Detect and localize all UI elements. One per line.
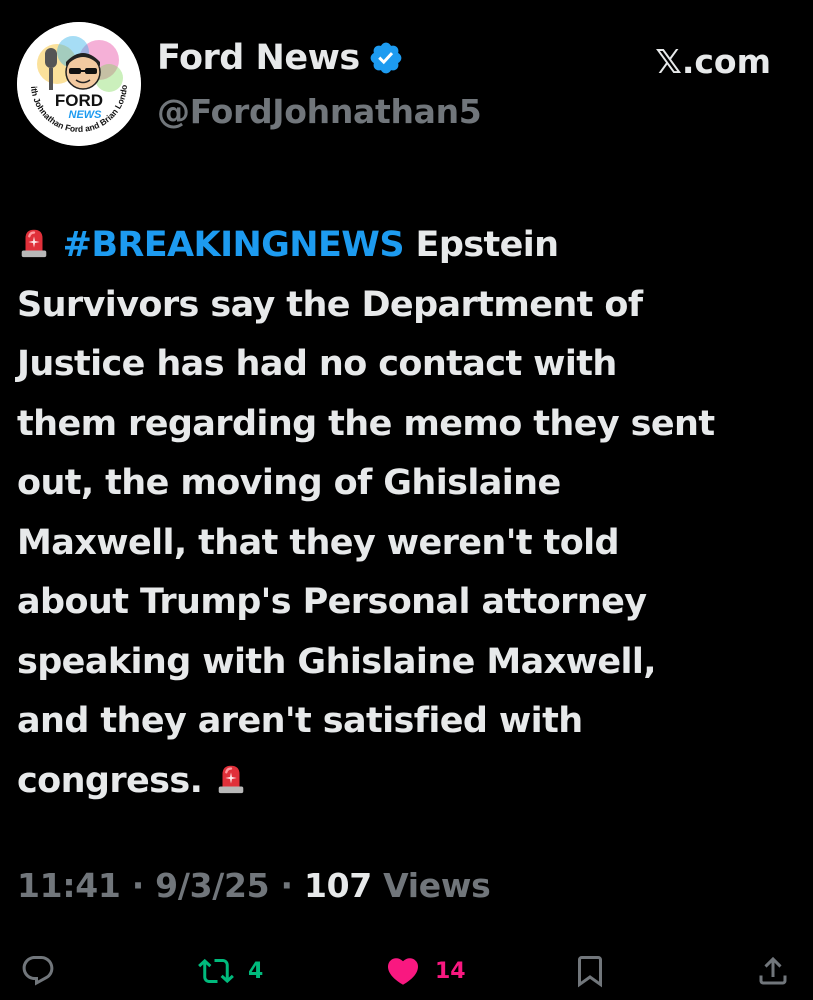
avatar-title: FORD xyxy=(55,91,103,110)
tweet-line: #BREAKINGNEWS Epstein xyxy=(17,216,797,276)
display-name[interactable]: Ford News xyxy=(157,38,360,78)
reply-button[interactable] xyxy=(20,946,56,996)
action-bar: 4 14 xyxy=(0,946,813,996)
post-date[interactable]: 9/3/25 xyxy=(155,866,269,905)
hashtag-link[interactable]: #BREAKINGNEWS xyxy=(63,225,405,265)
tweet-text: #BREAKINGNEWS Epstein Survivors say the … xyxy=(17,216,797,811)
tweet-line: Maxwell, that they weren't told xyxy=(17,522,620,563)
author-handle[interactable]: @FordJohnathan5 xyxy=(157,92,482,131)
tweet-text-segment: Epstein xyxy=(403,225,560,265)
ford-news-logo: FORD NEWS with Johnathan Ford and Brian … xyxy=(17,22,141,146)
tweet-line: about Trump's Personal attorney xyxy=(17,582,647,622)
tweet-line: Justice has had no contact with xyxy=(17,344,617,384)
avatar-subtitle: NEWS xyxy=(69,109,103,121)
source-label: 𝕏.com xyxy=(655,42,771,81)
repost-icon xyxy=(198,958,234,984)
share-icon xyxy=(759,956,787,985)
bookmark-button[interactable] xyxy=(572,946,608,996)
tweet-line: congress. xyxy=(17,752,797,812)
post-meta: 11:41 · 9/3/25 · 107 Views xyxy=(17,866,491,905)
avatar[interactable]: FORD NEWS with Johnathan Ford and Brian … xyxy=(17,22,141,146)
share-button[interactable] xyxy=(755,946,791,996)
tweet-line: and they aren't satisfied with xyxy=(17,701,583,741)
verified-badge-icon xyxy=(370,42,402,74)
tweet-line: out, the moving of Ghislaine xyxy=(17,463,561,503)
views-count: 107 xyxy=(303,866,372,905)
police-light-icon xyxy=(218,765,244,793)
bookmark-icon xyxy=(578,956,602,988)
tweet-line: Survivors say the Department of xyxy=(17,284,643,325)
police-light-icon xyxy=(21,229,47,258)
meta-separator: · xyxy=(269,866,304,905)
heart-icon xyxy=(387,958,419,985)
author-name-row[interactable]: Ford News xyxy=(157,38,404,78)
reply-icon xyxy=(22,956,54,986)
meta-separator: · xyxy=(120,866,156,905)
like-count: 14 xyxy=(435,958,466,984)
views-label: Views xyxy=(371,866,491,905)
tweet-text-segment: congress. xyxy=(17,760,214,801)
tweet-line: them regarding the memo they sent xyxy=(17,403,715,444)
post-time[interactable]: 11:41 xyxy=(17,866,121,905)
post-screenshot: FORD NEWS with Johnathan Ford and Brian … xyxy=(0,0,813,1000)
tweet-line: speaking with Ghislaine Maxwell, xyxy=(17,641,657,682)
like-button[interactable]: 14 xyxy=(385,946,466,996)
repost-button[interactable]: 4 xyxy=(198,946,263,996)
repost-count: 4 xyxy=(248,958,264,984)
